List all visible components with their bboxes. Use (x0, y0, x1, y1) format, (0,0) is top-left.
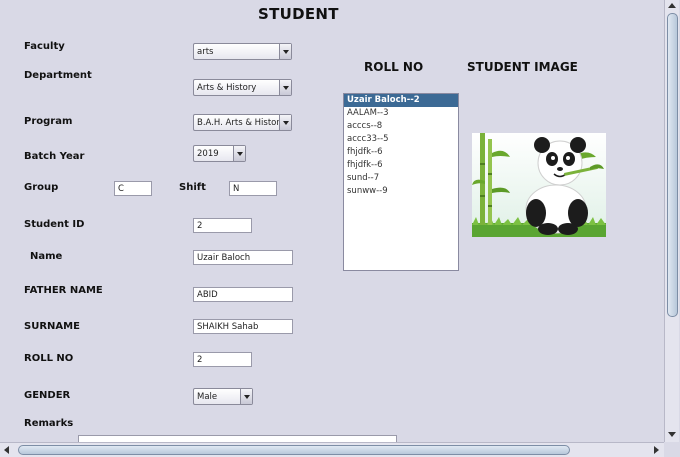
group-label: Group (24, 182, 59, 193)
chevron-down-icon (233, 146, 245, 161)
horizontal-scrollbar[interactable] (0, 442, 664, 457)
roll-no-label: ROLL NO (24, 353, 74, 364)
father-name-label: FATHER NAME (24, 285, 103, 296)
gender-select-value: Male (197, 392, 218, 402)
faculty-select-value: arts (197, 47, 214, 57)
list-item[interactable]: fhjdfk--6 (344, 146, 458, 159)
program-select[interactable]: B.A.H. Arts & History (193, 114, 292, 131)
list-item[interactable]: accc33--5 (344, 133, 458, 146)
surname-label: SURNAME (24, 321, 80, 332)
program-select-value: B.A.H. Arts & History (197, 118, 285, 128)
gender-select[interactable]: Male (193, 388, 253, 405)
student-image (472, 133, 606, 237)
program-label: Program (24, 116, 73, 127)
form-title: STUDENT (258, 5, 339, 23)
scroll-corner (664, 442, 680, 456)
chevron-down-icon (279, 80, 291, 95)
vertical-scrollbar[interactable] (664, 0, 679, 442)
student-id-field[interactable]: 2 (193, 218, 252, 233)
chevron-down-icon (279, 115, 291, 130)
panda-image (472, 133, 606, 237)
faculty-label: Faculty (24, 41, 65, 52)
list-item[interactable]: sund--7 (344, 172, 458, 185)
chevron-down-icon (240, 389, 252, 404)
horizontal-scroll-thumb[interactable] (18, 445, 570, 455)
department-select-value: Arts & History (197, 83, 257, 93)
vertical-scroll-thumb[interactable] (667, 13, 678, 317)
roll-list-header: ROLL NO (364, 60, 424, 74)
name-label: Name (30, 251, 63, 262)
batch-year-select-value: 2019 (197, 149, 219, 159)
scroll-left-icon[interactable] (4, 446, 9, 454)
list-item[interactable]: fhjdfk--6 (344, 159, 458, 172)
list-item[interactable]: acccs--8 (344, 120, 458, 133)
roll-no-field[interactable]: 2 (193, 352, 252, 367)
student-id-label: Student ID (24, 219, 85, 230)
scroll-up-icon[interactable] (668, 3, 676, 8)
batch-year-label: Batch Year (24, 151, 85, 162)
list-item[interactable]: sunww--9 (344, 185, 458, 198)
roll-no-list[interactable]: Uzair Baloch--2 AALAM--3 acccs--8 accc33… (343, 93, 459, 271)
list-item[interactable]: Uzair Baloch--2 (344, 94, 458, 107)
faculty-select[interactable]: arts (193, 43, 292, 60)
father-name-field[interactable]: ABID (193, 287, 293, 302)
department-select[interactable]: Arts & History (193, 79, 292, 96)
name-field[interactable]: Uzair Baloch (193, 250, 293, 265)
remarks-label: Remarks (24, 418, 74, 429)
surname-field[interactable]: SHAIKH Sahab (193, 319, 293, 334)
department-label: Department (24, 70, 92, 81)
batch-year-select[interactable]: 2019 (193, 145, 246, 162)
group-field[interactable]: C (114, 181, 152, 196)
chevron-down-icon (279, 44, 291, 59)
scroll-down-icon[interactable] (668, 432, 676, 437)
list-item[interactable]: AALAM--3 (344, 107, 458, 120)
shift-label: Shift (179, 182, 206, 193)
shift-field[interactable]: N (229, 181, 277, 196)
scroll-right-icon[interactable] (654, 446, 659, 454)
student-image-header: STUDENT IMAGE (467, 60, 578, 74)
gender-label: GENDER (24, 390, 71, 401)
